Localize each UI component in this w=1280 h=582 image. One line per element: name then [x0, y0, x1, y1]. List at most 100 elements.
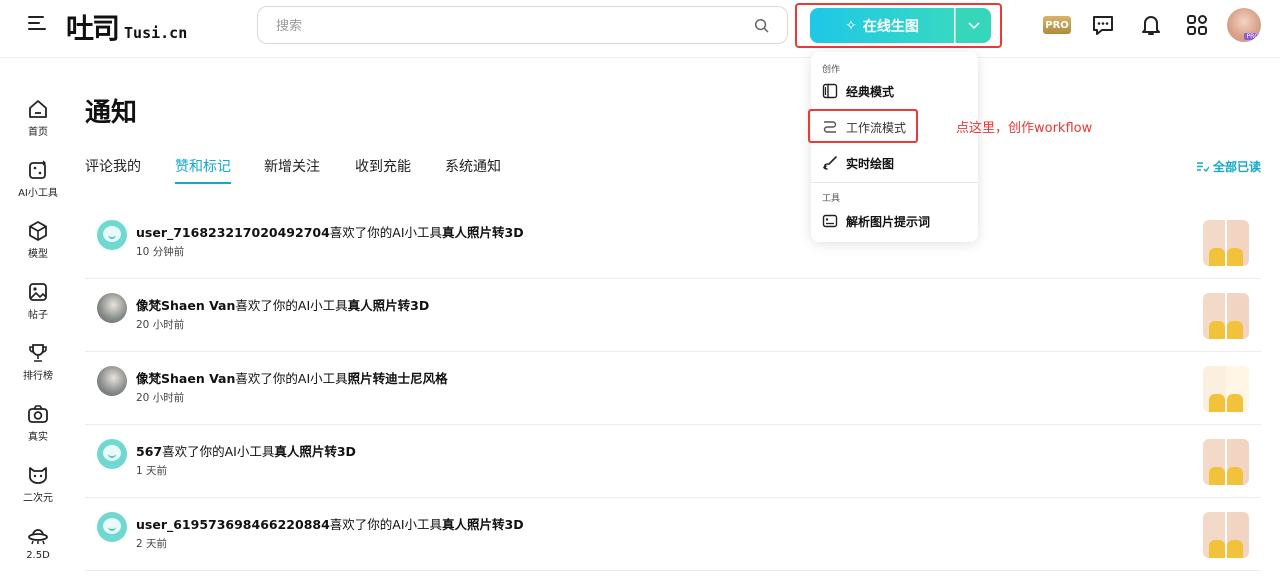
tab-likes-marks[interactable]: 赞和标记	[175, 156, 231, 184]
notification-user[interactable]: 像梵Shaen Van	[136, 371, 235, 386]
sidebar-item-posts[interactable]: 帖子	[0, 281, 76, 336]
dice-icon	[29, 160, 46, 179]
tab-new-followers[interactable]: 新增关注	[264, 156, 320, 176]
sidebar-item-2-5d[interactable]: 2.5D	[0, 525, 76, 580]
ufo-icon	[28, 529, 48, 545]
notification-action: 喜欢了你的AI小工具	[329, 517, 443, 532]
avatar-pro-tag: PRO	[1244, 33, 1261, 40]
magic-wand-icon: ✧	[845, 17, 857, 34]
avatar[interactable]	[97, 220, 127, 250]
logo[interactable]: 吐司 Tusi.cn	[66, 10, 187, 44]
notification-target[interactable]: 真人照片转3D	[442, 517, 524, 532]
tab-comments[interactable]: 评论我的	[85, 156, 141, 176]
notification-time: 1 天前	[136, 465, 168, 477]
notification-row[interactable]: user_619573698466220884喜欢了你的AI小工具真人照片转3D…	[85, 498, 1261, 571]
bell-icon[interactable]	[1138, 12, 1164, 38]
sidebar-item-realistic[interactable]: 真实	[0, 403, 76, 458]
search-bar	[257, 6, 788, 44]
home-icon	[29, 100, 47, 118]
notification-row[interactable]: 像梵Shaen Van喜欢了你的AI小工具照片转迪士尼风格 20 小时前	[85, 352, 1261, 425]
notification-row[interactable]: 567喜欢了你的AI小工具真人照片转3D 1 天前	[85, 425, 1261, 498]
sidebar-item-label: 模型	[28, 249, 48, 260]
avatar[interactable]	[97, 293, 127, 323]
sidebar-item-label: 二次元	[23, 493, 53, 504]
menu-item-label: 实时绘图	[846, 156, 895, 171]
check-list-icon	[1196, 162, 1209, 172]
tab-system[interactable]: 系统通知	[445, 156, 501, 176]
notification-row[interactable]: user_716823217020492704喜欢了你的AI小工具真人照片转3D…	[85, 206, 1261, 279]
message-icon[interactable]	[1090, 12, 1116, 38]
notification-target[interactable]: 真人照片转3D	[442, 225, 524, 240]
notification-user[interactable]: 567	[136, 444, 162, 459]
notification-user[interactable]: 像梵Shaen Van	[136, 298, 235, 313]
notification-target[interactable]: 照片转迪士尼风格	[348, 371, 448, 386]
generate-label: 在线生图	[862, 18, 919, 35]
notification-action: 喜欢了你的AI小工具	[162, 444, 275, 459]
generate-button[interactable]: ✧ 在线生图	[810, 8, 954, 43]
avatar[interactable]	[97, 439, 127, 469]
sidebar-item-label: 真实	[28, 432, 48, 443]
notification-text: 567喜欢了你的AI小工具真人照片转3D	[136, 441, 356, 460]
notification-target[interactable]: 真人照片转3D	[348, 298, 430, 313]
notification-thumbnail[interactable]	[1203, 220, 1249, 266]
top-header: 吐司 Tusi.cn ✧ 在线生图 PRO PRO	[0, 0, 1280, 58]
notification-target[interactable]: 真人照片转3D	[274, 444, 356, 459]
brush-icon	[822, 156, 837, 170]
dropdown-section-create: 创作	[822, 65, 841, 75]
menu-item-realtime-draw[interactable]: 实时绘图	[822, 152, 894, 174]
menu-item-label: 经典模式	[846, 84, 895, 99]
annotation-text: 点这里，创作workflow	[956, 121, 1093, 136]
notification-time: 20 小时前	[136, 392, 185, 404]
notification-text: 像梵Shaen Van喜欢了你的AI小工具真人照片转3D	[136, 295, 429, 314]
menu-item-parse-prompt[interactable]: 解析图片提示词	[822, 210, 930, 232]
notification-action: 喜欢了你的AI小工具	[235, 371, 348, 386]
sidebar-item-label: 首页	[28, 127, 48, 138]
sidebar-item-leaderboard[interactable]: 排行榜	[0, 342, 76, 397]
logo-mark: 吐司	[66, 12, 120, 45]
apps-grid-icon[interactable]	[1184, 12, 1210, 38]
notification-time: 2 天前	[136, 538, 168, 550]
mark-all-read-button[interactable]: 全部已读	[1196, 158, 1261, 175]
notification-time: 10 分钟前	[136, 246, 185, 258]
menu-item-label: 解析图片提示词	[846, 214, 931, 229]
pro-badge[interactable]: PRO	[1043, 16, 1071, 34]
image-text-icon	[822, 214, 838, 228]
notification-user[interactable]: user_716823217020492704	[136, 225, 330, 240]
notification-text: user_716823217020492704喜欢了你的AI小工具真人照片转3D	[136, 222, 524, 241]
sidebar-item-models[interactable]: 模型	[0, 220, 76, 275]
tab-charges[interactable]: 收到充能	[355, 156, 411, 176]
trophy-icon	[29, 344, 47, 362]
search-icon[interactable]	[754, 18, 769, 33]
columns-icon	[822, 83, 838, 99]
notification-action: 喜欢了你的AI小工具	[235, 298, 348, 313]
avatar[interactable]	[97, 512, 127, 542]
sidebar-item-label: AI小工具	[18, 188, 58, 199]
sidebar-item-label: 帖子	[28, 310, 48, 321]
sidebar-item-anime[interactable]: 二次元	[0, 464, 76, 519]
generate-highlight-box: ✧ 在线生图	[795, 3, 1002, 48]
notification-thumbnail[interactable]	[1203, 439, 1249, 485]
generate-dropdown-toggle[interactable]	[955, 8, 991, 43]
cat-icon	[29, 467, 47, 484]
sidebar-item-ai-tools[interactable]: AI小工具	[0, 159, 76, 214]
notification-row[interactable]: 像梵Shaen Van喜欢了你的AI小工具真人照片转3D 20 小时前	[85, 279, 1261, 352]
notification-thumbnail[interactable]	[1203, 366, 1249, 412]
image-icon	[29, 283, 47, 301]
notification-thumbnail[interactable]	[1203, 512, 1249, 558]
notification-text: user_619573698466220884喜欢了你的AI小工具真人照片转3D	[136, 514, 524, 533]
sidebar-item-label: 2.5D	[26, 550, 50, 561]
cube-icon	[29, 221, 47, 241]
notification-action: 喜欢了你的AI小工具	[329, 225, 443, 240]
search-input[interactable]	[276, 16, 746, 36]
mark-all-read-label: 全部已读	[1212, 160, 1261, 174]
menu-divider	[811, 182, 978, 183]
sidebar-item-home[interactable]: 首页	[0, 98, 76, 153]
notification-thumbnail[interactable]	[1203, 293, 1249, 339]
notification-user[interactable]: user_619573698466220884	[136, 517, 330, 532]
dropdown-section-tools: 工具	[822, 194, 841, 204]
page-title: 通知	[85, 98, 138, 128]
menu-icon[interactable]	[28, 16, 46, 34]
user-avatar[interactable]: PRO	[1227, 8, 1261, 42]
menu-item-classic-mode[interactable]: 经典模式	[822, 80, 894, 102]
avatar[interactable]	[97, 366, 127, 396]
